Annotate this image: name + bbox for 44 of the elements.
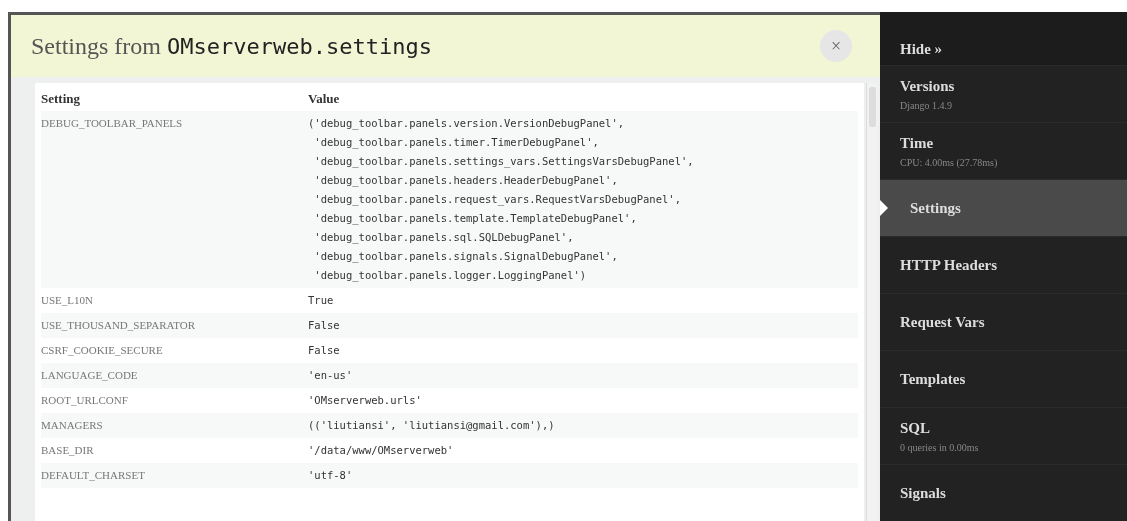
setting-name: DEBUG_TOOLBAR_PANELS: [41, 116, 184, 131]
setting-name: USE_THOUSAND_SEPARATOR: [41, 318, 197, 333]
sidebar-item[interactable]: SQL 0 queries in 0.00ms: [880, 407, 1127, 464]
sidebar-item[interactable]: HTTP Headers: [880, 236, 1127, 293]
sidebar-item-subtitle: Django 1.4.9: [900, 98, 953, 113]
setting-name: ROOT_URLCONF: [41, 393, 129, 408]
sidebar-item-label: Templates: [900, 369, 967, 389]
sidebar-item[interactable]: Signals: [880, 464, 1127, 521]
sidebar-item-subtitle: 0 queries in 0.00ms: [900, 440, 980, 455]
sidebar-item-label: Versions: [900, 77, 956, 97]
sidebar-item[interactable]: Versions Django 1.4.9: [880, 65, 1127, 122]
setting-value: '/data/www/OMserverweb': [308, 443, 454, 458]
setting-name: CSRF_COOKIE_SECURE: [41, 343, 164, 358]
setting-value: 'en-us': [308, 368, 353, 383]
sidebar-item[interactable]: Request Vars: [880, 293, 1127, 350]
sidebar-item-label: Signals: [900, 483, 947, 503]
setting-name: LANGUAGE_CODE: [41, 368, 139, 383]
sidebar-item-subtitle: CPU: 4.00ms (27.78ms): [900, 155, 999, 170]
setting-name: USE_L10N: [41, 293, 94, 308]
hide-link[interactable]: Hide »: [880, 12, 1127, 65]
settings-module-name: OMserverweb.settings: [167, 34, 432, 59]
column-header: Value: [308, 90, 340, 109]
panel-title: Settings from: [31, 33, 161, 59]
setting-value: 'utf-8': [308, 468, 353, 483]
setting-name: DEFAULT_CHARSET: [41, 468, 146, 483]
selection-pointer-icon: [880, 200, 888, 216]
sidebar-item-label: Request Vars: [900, 312, 986, 332]
setting-value: True: [308, 293, 334, 308]
sidebar-item[interactable]: Settings: [880, 179, 1127, 236]
setting-name: MANAGERS: [41, 418, 104, 433]
sidebar-item-label: Settings: [910, 198, 962, 218]
sidebar-item-label: HTTP Headers: [900, 255, 999, 275]
setting-value: ('debug_toolbar.panels.version.VersionDebugPanel', 'debug_toolbar.panels.timer.TimerDebugPanel', 'debug_toolbar.panels.settings_vars.SettingsVarsDebugPanel', 'debug_toolbar.panels.headers.HeaderDebugPanel', 'debug_toolbar.panels.request_vars.RequestVarsDebugPanel', 'debug_toolbar.panels.template.TemplateDebugPanel', 'debug_toolbar.panels.sql.SQLDebugPanel', 'debug_toolbar.panels.signals.SignalDebugPanel', 'debug_toolbar.panels.logger.LoggingPanel'): [308, 116, 694, 284]
sidebar-item-label: Time: [900, 134, 935, 154]
column-header: Setting: [41, 90, 81, 109]
sidebar-item[interactable]: Templates: [880, 350, 1127, 407]
setting-value: False: [308, 343, 340, 358]
sidebar-item[interactable]: Time CPU: 4.00ms (27.78ms): [880, 122, 1127, 179]
setting-name: BASE_DIR: [41, 443, 95, 458]
setting-value: (('liutiansi', 'liutiansi@gmail.com'),): [308, 418, 555, 433]
close-button[interactable]: ×: [820, 30, 852, 62]
setting-value: False: [308, 318, 340, 333]
setting-value: 'OMserverweb.urls': [308, 393, 422, 408]
sidebar-item-label: SQL: [900, 419, 931, 439]
